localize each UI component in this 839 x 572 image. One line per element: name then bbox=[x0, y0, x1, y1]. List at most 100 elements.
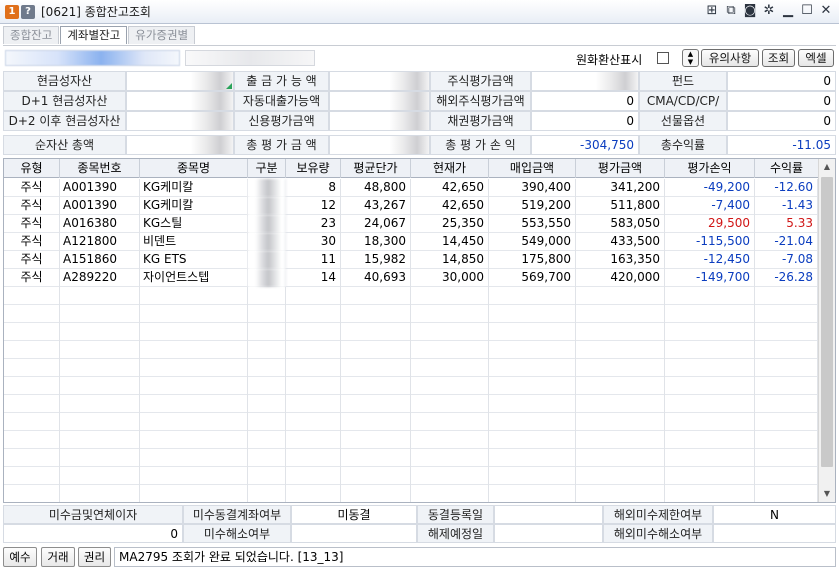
qty-cell bbox=[286, 431, 341, 449]
table-row[interactable] bbox=[4, 485, 818, 502]
return-cell bbox=[755, 467, 818, 485]
gear-icon[interactable]: ✲ bbox=[762, 4, 776, 18]
qty-cell bbox=[286, 323, 341, 341]
current-price-cell bbox=[411, 287, 489, 305]
header-name[interactable]: 종목명 bbox=[140, 159, 248, 178]
close-icon[interactable]: ✕ bbox=[819, 4, 833, 18]
class-cell bbox=[248, 251, 286, 269]
header-return[interactable]: 수익률 bbox=[755, 159, 818, 178]
class-cell bbox=[248, 215, 286, 233]
code-cell bbox=[60, 431, 140, 449]
fx-display-checkbox[interactable] bbox=[657, 52, 669, 64]
scroll-down-icon[interactable]: ▼ bbox=[819, 486, 835, 502]
scroll-up-icon[interactable]: ▲ bbox=[819, 159, 835, 175]
d2-cash-label: D+2 이후 현금성자산 bbox=[3, 111, 126, 131]
code-cell bbox=[60, 413, 140, 431]
avg-price-cell: 15,982 bbox=[341, 251, 411, 269]
header-eval-pl[interactable]: 평가손익 bbox=[665, 159, 755, 178]
cash-assets-value bbox=[126, 71, 234, 91]
tab-account-balance[interactable]: 계좌별잔고 bbox=[60, 26, 128, 44]
window-title: [0621] 종합잔고조회 bbox=[41, 5, 151, 19]
buy-amount-cell bbox=[489, 413, 576, 431]
qty-cell bbox=[286, 377, 341, 395]
rights-button[interactable]: 권리 bbox=[78, 547, 111, 567]
grid-icon[interactable]: ⊞ bbox=[705, 4, 719, 18]
table-row[interactable] bbox=[4, 395, 818, 413]
code-cell bbox=[60, 359, 140, 377]
table-row[interactable] bbox=[4, 323, 818, 341]
code-cell: A121800 bbox=[60, 233, 140, 251]
avg-price-cell bbox=[341, 341, 411, 359]
header-avg-price[interactable]: 평균단가 bbox=[341, 159, 411, 178]
camera-icon[interactable]: ◙ bbox=[743, 4, 757, 18]
table-row[interactable] bbox=[4, 341, 818, 359]
header-code[interactable]: 종목번호 bbox=[60, 159, 140, 178]
table-row[interactable] bbox=[4, 467, 818, 485]
up-down-spinner[interactable]: ▲ ▼ bbox=[682, 49, 699, 67]
futures-label: 선물옵션 bbox=[639, 111, 727, 131]
code-cell bbox=[60, 395, 140, 413]
eval-pl-cell bbox=[665, 305, 755, 323]
scroll-thumb[interactable] bbox=[821, 177, 833, 467]
copy-icon[interactable]: ⧉ bbox=[724, 4, 738, 18]
table-row[interactable]: 주식 A001390 KG케미칼 8 48,800 42,650 390,400 341,20… bbox=[4, 179, 818, 197]
total-return-value: -11.05 bbox=[727, 135, 836, 155]
table-row[interactable] bbox=[4, 413, 818, 431]
table-row[interactable]: 주식 A016380 KG스틸 23 24,067 25,350 553,550 583,05… bbox=[4, 215, 818, 233]
table-row[interactable] bbox=[4, 305, 818, 323]
deposit-button[interactable]: 예수 bbox=[3, 547, 37, 567]
notice-button[interactable]: 유의사항 bbox=[701, 49, 759, 67]
table-row[interactable]: 주식 A121800 비덴트 30 18,300 14,450 549,000 433,500… bbox=[4, 233, 818, 251]
class-cell bbox=[248, 431, 286, 449]
avg-price-cell: 48,800 bbox=[341, 179, 411, 197]
table-row[interactable] bbox=[4, 287, 818, 305]
type-cell: 주식 bbox=[4, 251, 60, 269]
code-cell bbox=[60, 287, 140, 305]
class-cell bbox=[248, 305, 286, 323]
return-cell bbox=[755, 359, 818, 377]
table-row[interactable]: 주식 A289220 자이언트스텝 14 40,693 30,000 569,700 420,… bbox=[4, 269, 818, 287]
name-cell: 비덴트 bbox=[140, 233, 248, 251]
header-buy-amount[interactable]: 매입금액 bbox=[489, 159, 576, 178]
trade-button[interactable]: 거래 bbox=[41, 547, 75, 567]
tab-total-balance[interactable]: 종합잔고 bbox=[3, 26, 60, 44]
header-class[interactable]: 구분 bbox=[248, 159, 286, 178]
buy-amount-cell bbox=[489, 287, 576, 305]
name-cell bbox=[140, 485, 248, 502]
name-cell bbox=[140, 413, 248, 431]
fund-label: 펀드 bbox=[639, 71, 727, 91]
table-row[interactable] bbox=[4, 449, 818, 467]
header-eval-amount[interactable]: 평가금액 bbox=[576, 159, 665, 178]
eval-pl-cell bbox=[665, 377, 755, 395]
qty-cell: 23 bbox=[286, 215, 341, 233]
maximize-icon[interactable]: ☐ bbox=[800, 4, 814, 18]
help-icon[interactable]: ? bbox=[21, 4, 35, 19]
return-cell bbox=[755, 395, 818, 413]
eval-amount-cell bbox=[576, 467, 665, 485]
table-row[interactable] bbox=[4, 377, 818, 395]
table-row[interactable] bbox=[4, 359, 818, 377]
tab-securities[interactable]: 유가증권별 bbox=[128, 26, 196, 44]
table-row[interactable]: 주식 A001390 KG케미칼 12 43,267 42,650 519,200 511,8… bbox=[4, 197, 818, 215]
window-number-badge[interactable]: 1 bbox=[5, 4, 19, 19]
header-qty[interactable]: 보유량 bbox=[286, 159, 341, 178]
overseas-cancel-label: 해외미수해소여부 bbox=[603, 524, 713, 543]
type-cell bbox=[4, 431, 60, 449]
futures-value: 0 bbox=[727, 111, 836, 131]
query-button[interactable]: 조회 bbox=[762, 49, 795, 67]
header-current-price[interactable]: 현재가 bbox=[411, 159, 489, 178]
header-type[interactable]: 유형 bbox=[4, 159, 60, 178]
return-cell bbox=[755, 449, 818, 467]
minimize-icon[interactable]: ▁ bbox=[781, 4, 795, 18]
account-number-select[interactable] bbox=[5, 50, 180, 66]
table-row[interactable] bbox=[4, 431, 818, 449]
cma-value: 0 bbox=[727, 91, 836, 111]
vertical-scrollbar[interactable]: ▲ ▼ bbox=[818, 159, 835, 502]
name-cell: KG ETS bbox=[140, 251, 248, 269]
table-row[interactable]: 주식 A151860 KG ETS 11 15,982 14,850 175,800 163,… bbox=[4, 251, 818, 269]
buy-amount-cell: 549,000 bbox=[489, 233, 576, 251]
buy-amount-cell: 569,700 bbox=[489, 269, 576, 287]
excel-button[interactable]: 엑셀 bbox=[798, 49, 834, 67]
eval-pl-cell bbox=[665, 359, 755, 377]
eval-amount-cell bbox=[576, 305, 665, 323]
